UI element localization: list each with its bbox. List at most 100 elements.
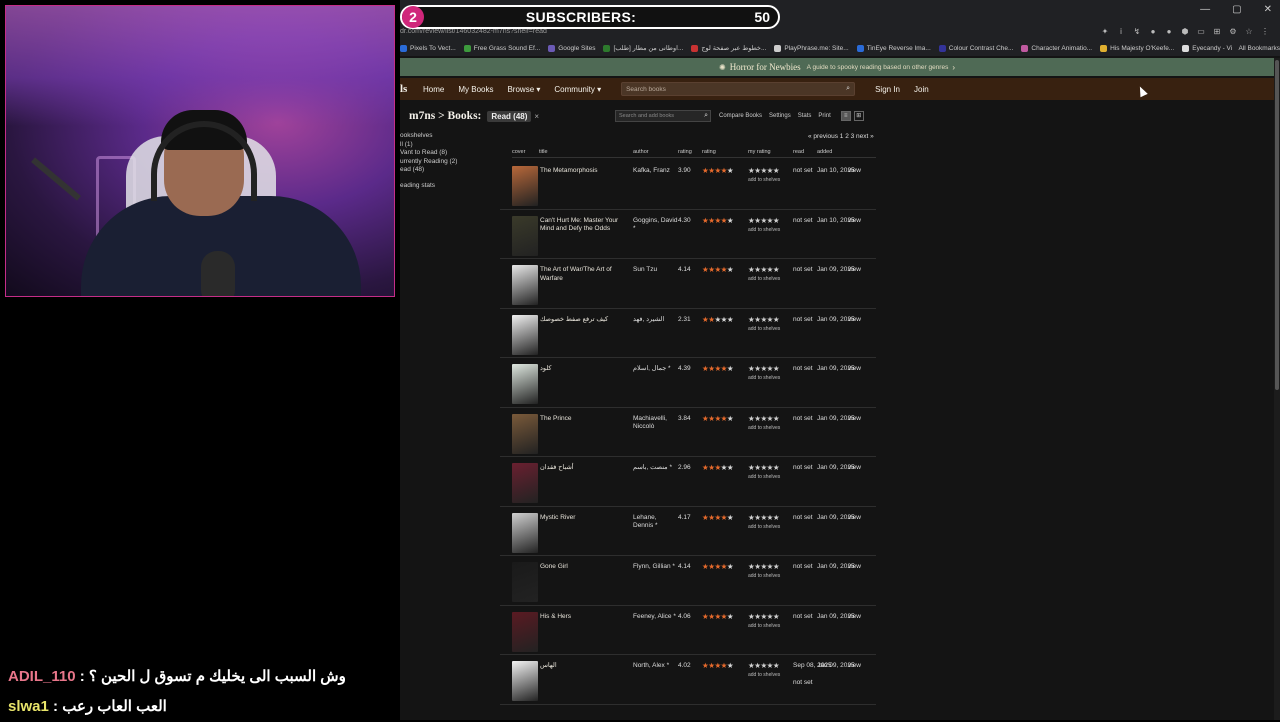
book-title[interactable]: Mystic River <box>540 514 628 523</box>
bookmark-item[interactable]: Character Animatio... <box>1021 44 1092 52</box>
book-author[interactable]: Kafka, Franz <box>633 167 678 176</box>
site-logo[interactable]: ls <box>400 83 423 95</box>
header-search-input[interactable]: Search books ⌕ <box>621 82 856 96</box>
maximize-icon[interactable]: ▢ <box>1232 4 1241 15</box>
search-icon[interactable]: ⌕ <box>846 85 850 93</box>
col-avg-rating[interactable]: rating <box>678 149 692 155</box>
close-icon[interactable]: ✕ <box>1264 4 1272 15</box>
my-rating-stars[interactable]: ★★★★★ <box>748 265 780 274</box>
col-title[interactable]: title <box>539 149 548 155</box>
reading-stats-link[interactable]: eading stats <box>400 182 496 191</box>
add-to-shelves-link[interactable]: add to shelves <box>748 177 780 183</box>
bookmark-item[interactable]: PlayPhrase.me: Site... <box>774 44 849 52</box>
view-link[interactable]: view <box>848 464 861 471</box>
book-cover[interactable] <box>512 314 538 355</box>
book-cover[interactable] <box>512 364 538 404</box>
settings-link[interactable]: Settings <box>769 113 791 119</box>
view-link[interactable]: view <box>848 266 861 273</box>
my-rating-stars[interactable]: ★★★★★ <box>748 562 780 571</box>
extension-icon[interactable]: i <box>1116 27 1126 36</box>
shelf-search-input[interactable]: Search and add books ⌕ <box>615 110 711 122</box>
my-rating-stars[interactable]: ★★★★★ <box>748 612 780 621</box>
view-link[interactable]: view <box>848 563 861 570</box>
book-title[interactable]: كيف ترفع صفط خصوصك <box>540 316 628 325</box>
book-title[interactable]: Gone Girl <box>540 563 628 572</box>
book-cover[interactable] <box>512 562 538 602</box>
book-author[interactable]: North, Alex * <box>633 662 678 671</box>
view-link[interactable]: view <box>848 316 861 323</box>
book-author[interactable]: Machiavelli, Niccolò <box>633 415 678 432</box>
col-read[interactable]: read <box>793 149 804 155</box>
col-author[interactable]: author <box>633 149 649 155</box>
nav-community[interactable]: Community ▾ <box>554 85 601 94</box>
all-bookmarks[interactable]: All Bookmarks <box>1232 44 1280 52</box>
book-author[interactable]: Feeney, Alice * <box>633 613 678 622</box>
stats-link[interactable]: Stats <box>798 113 812 119</box>
nav-browse[interactable]: Browse ▾ <box>507 85 540 94</box>
book-cover[interactable] <box>512 166 538 206</box>
book-title[interactable]: أشباح فقدان <box>540 464 628 473</box>
extension-icon[interactable]: ⋮ <box>1260 27 1270 36</box>
add-to-shelves-link[interactable]: add to shelves <box>748 573 780 579</box>
shelf-link-read[interactable]: ead (48) <box>400 166 496 175</box>
view-link[interactable]: view <box>848 167 861 174</box>
my-rating-stars[interactable]: ★★★★★ <box>748 661 780 670</box>
col-rating[interactable]: rating <box>702 149 716 155</box>
book-cover[interactable] <box>512 413 538 454</box>
magnifier-icon[interactable]: ⌕ <box>704 112 708 120</box>
sign-in-link[interactable]: Sign In <box>875 85 900 94</box>
extension-icon[interactable]: ⚙ <box>1228 27 1238 36</box>
my-rating-stars[interactable]: ★★★★★ <box>748 513 780 522</box>
book-author[interactable]: Flynn, Gillian * <box>633 563 678 572</box>
bookmark-item[interactable]: Colour Contrast Che... <box>938 44 1013 52</box>
remove-filter-icon[interactable]: × <box>534 112 539 121</box>
book-title[interactable]: Can't Hurt Me: Master Your Mind and Defy… <box>540 217 628 234</box>
print-link[interactable]: Print <box>818 113 830 119</box>
view-link[interactable]: view <box>848 217 861 224</box>
bookmark-item[interactable]: [طلب] اوطانی من مطار... <box>603 44 683 52</box>
join-link[interactable]: Join <box>914 85 929 94</box>
view-link[interactable]: view <box>848 662 861 669</box>
view-link[interactable]: view <box>848 415 861 422</box>
page-scrollbar[interactable] <box>1274 58 1280 720</box>
bookmark-item[interactable]: Free Grass Sound Ef... <box>463 44 540 52</box>
extension-icon[interactable]: ● <box>1148 27 1158 36</box>
book-cover[interactable] <box>512 512 538 553</box>
my-rating-stars[interactable]: ★★★★★ <box>748 315 780 324</box>
list-view-icon[interactable]: ≡ <box>840 111 851 121</box>
book-title[interactable]: الهاس <box>540 662 628 671</box>
book-title[interactable]: The Prince <box>540 415 628 424</box>
book-author[interactable]: Lehane, Dennis * <box>633 514 678 531</box>
my-rating-stars[interactable]: ★★★★★ <box>748 364 780 373</box>
bookmark-item[interactable]: Pixels To Vect... <box>400 44 456 52</box>
col-cover[interactable]: cover <box>512 149 525 155</box>
book-cover[interactable] <box>512 265 538 305</box>
book-author[interactable]: Goggins, David * <box>633 217 678 234</box>
my-rating-stars[interactable]: ★★★★★ <box>748 463 780 472</box>
bookmark-item[interactable]: TinEye Reverse Ima... <box>856 44 931 52</box>
add-to-shelves-link[interactable]: add to shelves <box>748 375 780 381</box>
book-cover[interactable] <box>512 611 538 652</box>
book-title[interactable]: كلود <box>540 365 628 374</box>
add-to-shelves-link[interactable]: add to shelves <box>748 524 780 530</box>
add-to-shelves-link[interactable]: add to shelves <box>748 623 780 629</box>
my-rating-stars[interactable]: ★★★★★ <box>748 216 780 225</box>
add-to-shelves-link[interactable]: add to shelves <box>748 672 780 678</box>
extension-icon[interactable]: ☆ <box>1244 27 1254 36</box>
bookmark-item[interactable]: خطوط عبر صفحة لوج... <box>691 44 766 52</box>
book-title[interactable]: The Art of War/The Art of Warfare <box>540 266 628 283</box>
view-link[interactable]: view <box>848 514 861 521</box>
col-added[interactable]: added <box>817 149 832 155</box>
book-cover[interactable] <box>512 215 538 256</box>
scroll-thumb[interactable] <box>1275 60 1279 390</box>
add-to-shelves-link[interactable]: add to shelves <box>748 326 780 332</box>
view-link[interactable]: view <box>848 365 861 372</box>
book-author[interactable]: Sun Tzu <box>633 266 678 275</box>
minimize-icon[interactable]: — <box>1200 4 1210 15</box>
bookmark-item[interactable]: Google Sites <box>548 44 595 52</box>
add-to-shelves-link[interactable]: add to shelves <box>748 276 780 282</box>
my-rating-stars[interactable]: ★★★★★ <box>748 414 780 423</box>
book-author[interactable]: منصت ,باسم * <box>633 464 678 473</box>
extension-icon[interactable]: ✦ <box>1100 27 1110 36</box>
book-cover[interactable] <box>512 463 538 503</box>
